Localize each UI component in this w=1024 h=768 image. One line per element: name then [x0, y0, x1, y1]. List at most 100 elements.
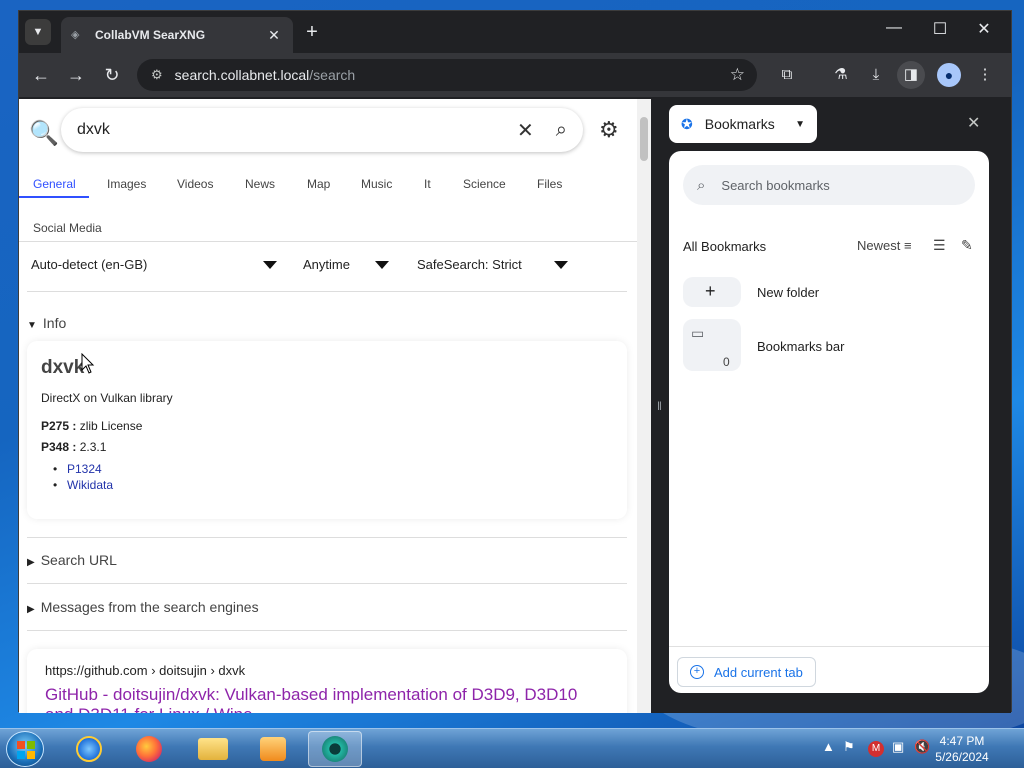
reload-button[interactable]: ↻ — [100, 63, 124, 87]
search-submit-icon[interactable]: ⌕ — [556, 119, 567, 142]
clock-date: 5/26/2024 — [935, 750, 989, 764]
sort-button[interactable]: Newest ≡ — [857, 238, 912, 253]
taskbar-media-player[interactable] — [246, 731, 300, 767]
infobox: dxvk DirectX on Vulkan library P275 : zl… — [27, 341, 627, 519]
safesearch-select[interactable]: SafeSearch: Strict — [417, 257, 522, 272]
search-url-toggle[interactable]: ▶ Search URL — [27, 552, 117, 568]
menu-kebab-icon[interactable]: ⋮ — [973, 64, 997, 86]
side-panel-resize-handle[interactable]: ‖ — [651, 99, 669, 713]
time-range-select[interactable]: Anytime — [303, 257, 350, 272]
add-current-tab-button[interactable]: + Add current tab — [677, 657, 816, 687]
bookmarks-search-input[interactable] — [721, 177, 942, 193]
tab-music[interactable]: Music — [361, 177, 392, 191]
preferences-gear-icon[interactable]: ⚙ — [599, 117, 619, 143]
browser-icon — [322, 736, 348, 762]
action-center-flag-icon[interactable]: ⚑ — [843, 739, 855, 755]
page-content: 🔍 dxvk ✕ ⌕ ⚙ General Images Videos News … — [19, 99, 651, 713]
show-hidden-icons-icon[interactable]: ▲ — [822, 739, 835, 754]
tab-science[interactable]: Science — [463, 177, 506, 191]
extensions-icon[interactable]: ⧉ — [775, 64, 799, 86]
tab-social-media[interactable]: Social Media — [33, 221, 102, 235]
divider — [19, 241, 637, 242]
tab-general[interactable]: General — [33, 177, 76, 191]
labs-flask-icon[interactable]: ⚗ — [829, 64, 853, 86]
clear-search-icon[interactable]: ✕ — [517, 118, 534, 143]
divider — [27, 537, 627, 538]
taskbar-explorer[interactable] — [186, 731, 240, 767]
search-input[interactable]: dxvk — [77, 121, 517, 139]
search-box[interactable]: dxvk ✕ ⌕ — [61, 108, 583, 152]
maximize-button[interactable]: ☐ — [917, 19, 963, 39]
grip-icon: ‖ — [657, 399, 662, 413]
infobox-title: dxvk — [41, 357, 85, 378]
browser-window: ▼ ◈ CollabVM SearXNG ✕ + — ☐ ✕ ← → ↻ ⚙ s… — [18, 10, 1012, 713]
infobox-link-p1324[interactable]: P1324 — [53, 462, 102, 476]
side-panel-selector[interactable]: ✪ Bookmarks ▼ — [669, 105, 817, 143]
profile-avatar-icon[interactable]: ● — [937, 63, 961, 87]
tab-news[interactable]: News — [245, 177, 275, 191]
chevron-down-icon: ▼ — [795, 118, 805, 130]
tab-files[interactable]: Files — [537, 177, 562, 191]
forward-button[interactable]: → — [64, 63, 88, 87]
site-info-icon[interactable]: ⚙ — [151, 67, 163, 83]
windows-logo-icon — [17, 741, 35, 759]
tab-it[interactable]: It — [424, 177, 431, 191]
side-panel-icon[interactable]: ◨ — [897, 61, 925, 89]
close-window-button[interactable]: ✕ — [961, 19, 1007, 39]
folder-icon — [198, 738, 228, 760]
page-scrollbar[interactable] — [637, 99, 651, 713]
all-bookmarks-label: All Bookmarks — [683, 239, 767, 254]
add-circle-icon: + — [690, 665, 704, 679]
collapsed-triangle-icon: ▶ — [27, 604, 35, 615]
list-view-icon[interactable]: ☰ — [933, 237, 946, 254]
tab-map[interactable]: Map — [307, 177, 330, 191]
minimize-button[interactable]: — — [871, 19, 917, 37]
search-result: https://github.com › doitsujin › dxvk Gi… — [27, 649, 627, 713]
close-side-panel-icon[interactable]: ✕ — [967, 113, 980, 133]
antivirus-icon[interactable]: M — [868, 741, 884, 757]
infobox-prop: P275 : zlib License — [41, 419, 143, 433]
tab-images[interactable]: Images — [107, 177, 146, 191]
taskbar-chrome[interactable] — [308, 731, 362, 767]
firefox-icon — [136, 736, 162, 762]
result-url[interactable]: https://github.com › doitsujin › dxvk — [45, 663, 245, 678]
divider — [669, 646, 989, 647]
network-icon[interactable]: ▣ — [892, 739, 904, 755]
volume-muted-icon[interactable]: 🔇 — [914, 739, 930, 755]
taskbar-internet-explorer[interactable] — [62, 731, 116, 767]
language-dropdown-icon[interactable] — [263, 261, 277, 269]
back-button[interactable]: ← — [29, 63, 53, 87]
searxng-logo-icon[interactable]: 🔍 — [29, 119, 59, 148]
tab-close-icon[interactable]: ✕ — [265, 27, 283, 44]
bookmarks-search-box[interactable]: ⌕ — [683, 165, 975, 205]
safesearch-dropdown-icon[interactable] — [554, 261, 568, 269]
time-dropdown-icon[interactable] — [375, 261, 389, 269]
bookmarks-star-icon: ✪ — [681, 115, 693, 132]
side-panel-title: Bookmarks — [704, 116, 775, 132]
system-clock[interactable]: 4:47 PM 5/26/2024 — [932, 733, 992, 765]
bookmarks-side-panel: ✪ Bookmarks ▼ ✕ ⌕ All Bookmarks Newest ≡… — [669, 99, 1011, 713]
taskbar-firefox[interactable] — [122, 731, 176, 767]
downloads-icon[interactable]: ⤓ — [864, 64, 888, 86]
start-button[interactable] — [6, 731, 44, 767]
address-bar[interactable]: ⚙ search.collabnet.local/search ☆ — [137, 59, 757, 91]
tab-search-button[interactable]: ▼ — [25, 19, 51, 45]
tab-favicon-icon: ◈ — [71, 29, 80, 41]
url-host: search.collabnet.local — [174, 67, 310, 83]
scrollbar-thumb[interactable] — [640, 117, 648, 161]
tab-searxng[interactable]: ◈ CollabVM SearXNG ✕ — [61, 17, 293, 53]
tab-videos[interactable]: Videos — [177, 177, 213, 191]
infobox-link-wikidata[interactable]: Wikidata — [53, 478, 113, 492]
new-tab-button[interactable]: + — [301, 21, 323, 44]
expanded-triangle-icon: ▼ — [27, 320, 37, 331]
search-icon: ⌕ — [697, 176, 706, 194]
engine-messages-toggle[interactable]: ▶ Messages from the search engines — [27, 599, 259, 615]
bookmarks-bar-row[interactable]: ▭ 0 Bookmarks bar — [683, 319, 973, 373]
info-toggle[interactable]: ▼ Info — [27, 315, 66, 331]
result-title-link[interactable]: GitHub - doitsujin/dxvk: Vulkan-based im… — [45, 685, 605, 713]
bookmark-star-icon[interactable]: ☆ — [730, 65, 745, 85]
edit-pencil-icon[interactable]: ✎ — [961, 237, 973, 254]
divider — [27, 291, 627, 292]
tab-bar: ▼ ◈ CollabVM SearXNG ✕ + — ☐ ✕ — [19, 11, 1011, 53]
language-select[interactable]: Auto-detect (en-GB) — [31, 257, 147, 272]
